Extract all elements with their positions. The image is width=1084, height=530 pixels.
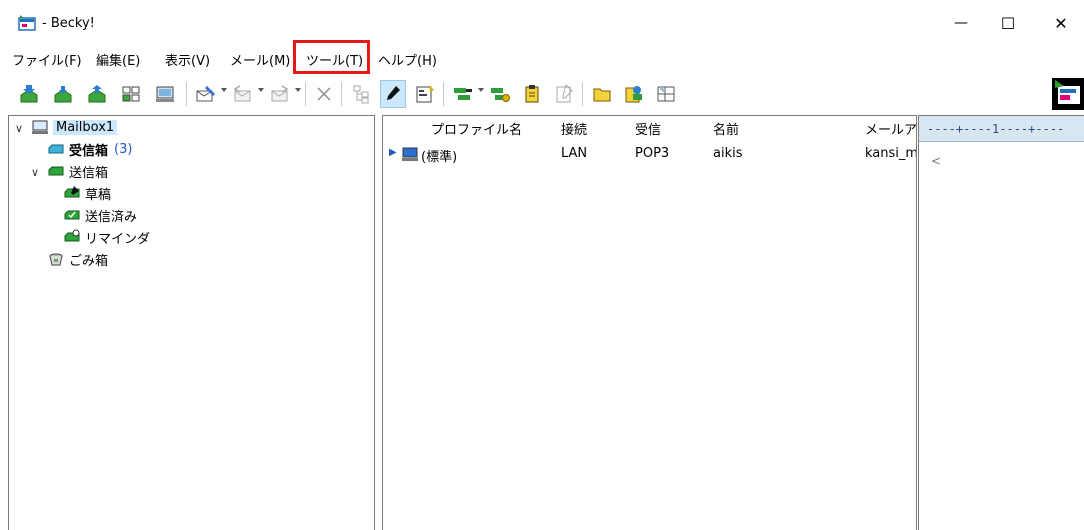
mailbox-collapse-icon[interactable]: ∨	[15, 122, 23, 135]
cell-connection: LAN	[561, 146, 588, 161]
inbox-icon	[47, 141, 65, 157]
menu-view[interactable]: 表示(V)	[165, 50, 210, 69]
menu-edit[interactable]: 編集(E)	[96, 50, 140, 69]
tree-trash-label: ごみ箱	[69, 253, 109, 269]
ruler-marker: <	[931, 154, 942, 168]
compose-icon[interactable]	[193, 80, 219, 108]
column-name[interactable]: 名前	[713, 116, 739, 140]
tree-view-icon[interactable]	[348, 80, 374, 108]
cell-receive: POP3	[635, 146, 670, 161]
column-ruler: ----+----1----+----	[919, 116, 1084, 142]
filter-dropdown-icon[interactable]	[478, 88, 484, 92]
tree-trash[interactable]: ごみ箱	[47, 249, 108, 269]
forward-dropdown-icon[interactable]	[295, 88, 301, 92]
title-bar: - Becky! — ☐ ✕	[0, 0, 1084, 44]
cell-profile-name: (標準)	[421, 150, 458, 165]
folder-icon[interactable]	[589, 80, 615, 108]
clipboard-icon[interactable]	[519, 80, 545, 108]
receive-icon[interactable]	[50, 80, 76, 108]
check-mail-icon[interactable]	[118, 80, 144, 108]
tree-reminder[interactable]: リマインダ	[63, 227, 150, 247]
computer-icon	[31, 119, 49, 135]
maximize-icon: ☐	[1000, 13, 1016, 33]
tree-inbox[interactable]: 受信箱 (3)	[47, 139, 132, 159]
tree-drafts[interactable]: 草稿	[63, 183, 111, 203]
receive-all-icon[interactable]	[16, 80, 42, 108]
menu-mail[interactable]: メール(M)	[230, 50, 290, 69]
sent-icon	[63, 207, 81, 223]
send-receive-icon[interactable]	[84, 80, 110, 108]
column-profile-name[interactable]: プロファイル名	[431, 116, 522, 140]
becky-app-icon	[18, 15, 36, 31]
layout-icon[interactable]	[653, 80, 679, 108]
trash-icon	[47, 251, 65, 267]
menu-bar: ファイル(F) 編集(E) 表示(V) メール(M) ツール(T) ヘルプ(H)	[0, 44, 1084, 74]
reply-dropdown-icon[interactable]	[258, 88, 264, 92]
filter-icon[interactable]	[450, 80, 476, 108]
column-mail-address[interactable]: メールア	[865, 116, 916, 140]
outbox-icon	[47, 163, 65, 179]
maximize-button[interactable]: ☐	[985, 8, 1031, 38]
inbox-unread-count: (3)	[114, 141, 133, 157]
properties-icon[interactable]	[412, 80, 438, 108]
reminder-icon	[63, 229, 81, 245]
cell-name: aikis	[713, 146, 743, 161]
close-button[interactable]: ✕	[1038, 8, 1084, 38]
tree-sent[interactable]: 送信済み	[63, 205, 137, 225]
minimize-button[interactable]: —	[938, 8, 984, 38]
close-icon: ✕	[1054, 13, 1068, 33]
outbox-collapse-icon[interactable]: ∨	[31, 166, 39, 179]
compose-dropdown-icon[interactable]	[221, 88, 227, 92]
row-expand-icon[interactable]: ▶	[389, 147, 397, 158]
tree-sent-label: 送信済み	[85, 209, 138, 225]
tree-mailbox[interactable]: Mailbox1	[31, 117, 118, 137]
menu-help[interactable]: ヘルプ(H)	[378, 50, 437, 69]
reply-icon[interactable]	[230, 80, 256, 108]
tools-menu-highlight	[293, 40, 370, 74]
address-book-icon[interactable]	[621, 80, 647, 108]
filter-manager-icon[interactable]	[487, 80, 513, 108]
cell-mail-address: kansi_m	[865, 146, 917, 161]
column-connection[interactable]: 接続	[561, 116, 587, 140]
mail-status-icon	[1052, 78, 1084, 110]
edit-icon[interactable]	[380, 80, 406, 108]
tree-mailbox-label: Mailbox1	[53, 119, 118, 135]
note-icon[interactable]	[551, 80, 577, 108]
tree-outbox-label: 送信箱	[69, 165, 109, 181]
forward-icon[interactable]	[267, 80, 293, 108]
window-title: - Becky!	[42, 16, 95, 31]
mailbox-icon[interactable]	[152, 80, 178, 108]
folder-tree[interactable]: ∨ Mailbox1 受信箱 (3) ∨ 送信箱 草稿 送信済み リマインダ ご…	[8, 115, 375, 530]
profile-list[interactable]: プロファイル名 接続 受信 名前 メールア ▶ (標準) LAN POP3 ai…	[382, 115, 917, 530]
profile-computer-icon	[401, 146, 419, 166]
tree-reminder-label: リマインダ	[85, 231, 151, 247]
tree-inbox-label: 受信箱	[69, 143, 109, 159]
tree-outbox[interactable]: 送信箱	[47, 161, 108, 181]
minimize-icon: —	[954, 15, 968, 31]
drafts-icon	[63, 185, 81, 201]
delete-icon[interactable]	[311, 80, 337, 108]
message-preview[interactable]: ----+----1----+---- <	[918, 115, 1084, 530]
tree-drafts-label: 草稿	[85, 187, 112, 203]
menu-file[interactable]: ファイル(F)	[12, 50, 82, 69]
column-receive[interactable]: 受信	[635, 116, 661, 140]
